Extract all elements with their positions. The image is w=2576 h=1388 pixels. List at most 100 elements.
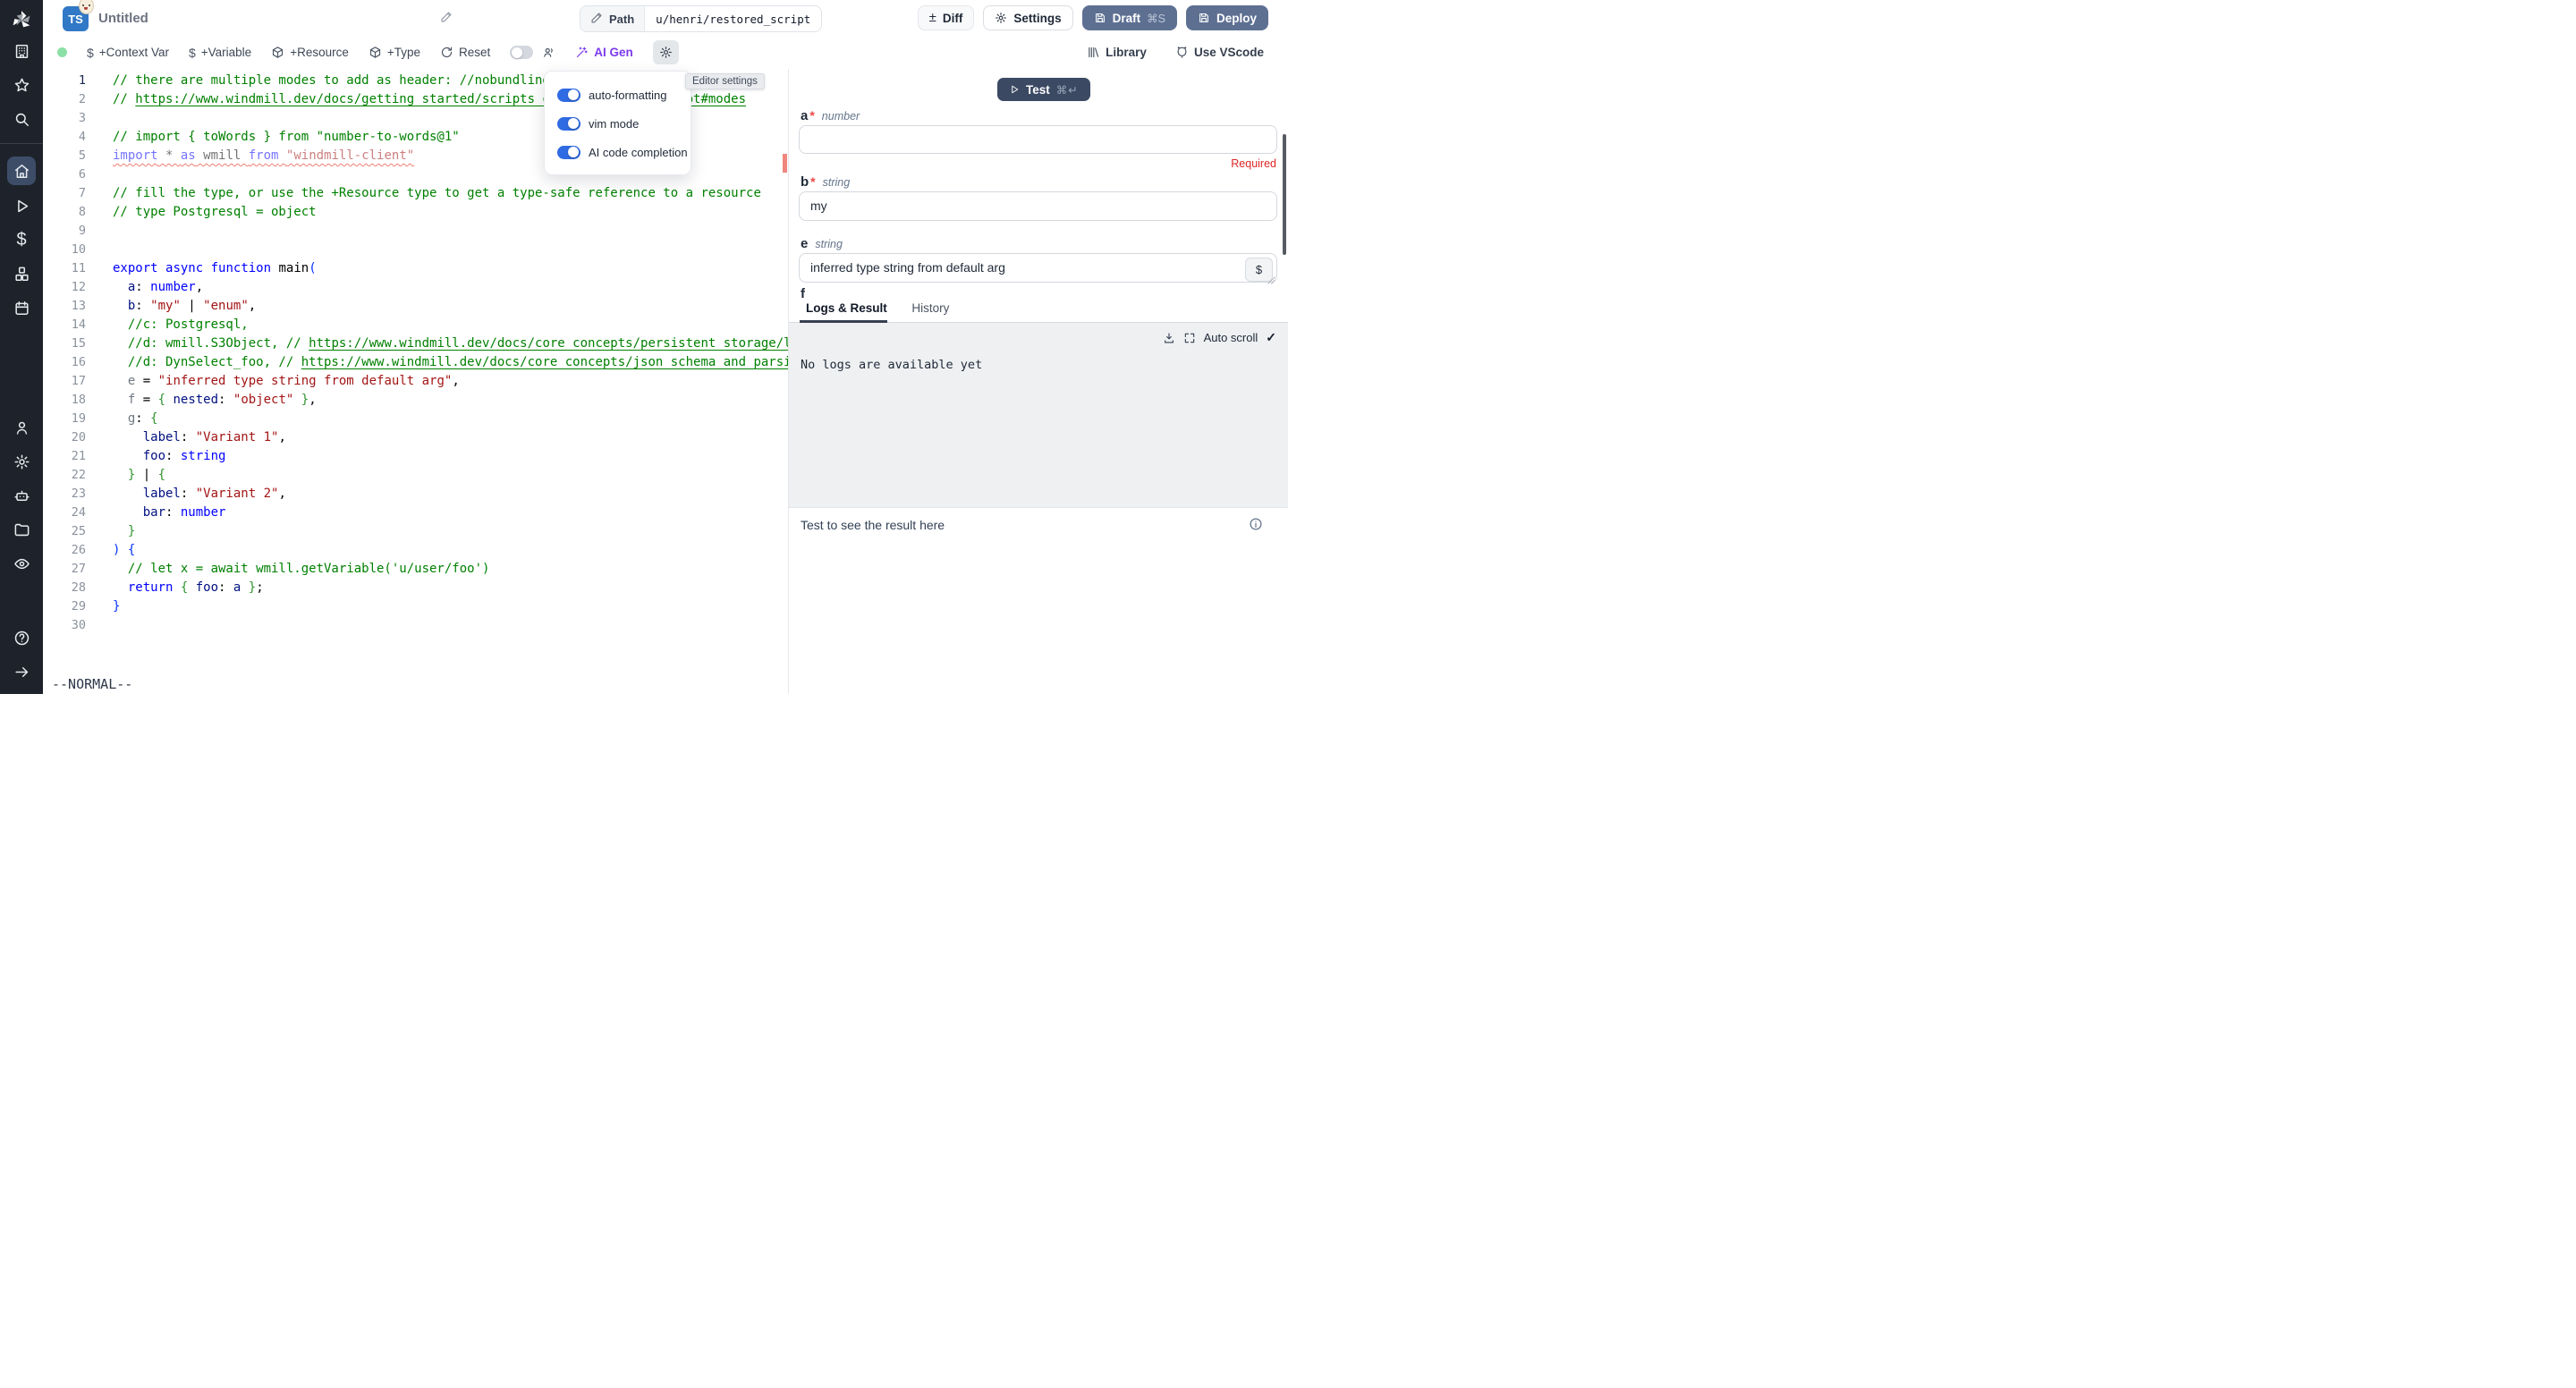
line-number: 1: [43, 72, 86, 90]
test-button[interactable]: Test⌘↵: [997, 78, 1090, 101]
collab-users-icon[interactable]: [542, 46, 555, 59]
line-number: 10: [43, 241, 86, 259]
sidebar-top-group: [0, 34, 43, 136]
sidebar-star-icon[interactable]: [8, 72, 35, 98]
field-input-a[interactable]: [799, 125, 1277, 154]
code-line[interactable]: 14 //c: Postgresql,: [43, 316, 788, 334]
path-chip[interactable]: Path u/henri/restored_script: [580, 5, 822, 32]
autoscroll-checkbox[interactable]: ✓: [1266, 330, 1276, 345]
add-resource-button[interactable]: +Resource: [271, 46, 349, 59]
line-number: 25: [43, 522, 86, 541]
code-line[interactable]: 19 g: {: [43, 410, 788, 428]
sidebar-divider: [0, 143, 43, 144]
line-number: 12: [43, 278, 86, 297]
add-type-button[interactable]: +Type: [369, 46, 420, 59]
line-number: 21: [43, 447, 86, 466]
code-line[interactable]: 20 label: "Variant 1",: [43, 428, 788, 447]
code-line[interactable]: 15 //d: wmill.S3Object, // https://www.w…: [43, 334, 788, 353]
sidebar-eye-icon[interactable]: [8, 550, 35, 577]
AI-code-completion-toggle[interactable]: [557, 146, 580, 159]
script-title[interactable]: Untitled: [98, 11, 148, 26]
sidebar-dollar-icon[interactable]: $: [8, 226, 35, 253]
code-line[interactable]: 24 bar: number: [43, 504, 788, 522]
code-line[interactable]: 12 a: number,: [43, 278, 788, 297]
code-line[interactable]: 26) {: [43, 541, 788, 560]
download-logs-icon[interactable]: [1163, 332, 1175, 344]
collab-toggle[interactable]: [510, 46, 533, 59]
dollar-icon: $: [87, 46, 94, 60]
code-line[interactable]: 21 foo: string: [43, 447, 788, 466]
info-icon[interactable]: [1249, 517, 1263, 531]
code-line[interactable]: 10: [43, 241, 788, 259]
diff-button[interactable]: ±Diff: [918, 5, 975, 30]
edit-title-pencil-icon[interactable]: [440, 11, 453, 26]
line-number: 26: [43, 541, 86, 560]
line-number: 9: [43, 222, 86, 241]
sidebar-gear-icon[interactable]: [8, 448, 35, 475]
field-input-b[interactable]: my: [799, 191, 1277, 221]
expand-logs-icon[interactable]: [1183, 332, 1196, 344]
editor-setting-row: vim mode: [557, 109, 691, 138]
add-variable-button[interactable]: $+Variable: [189, 46, 251, 60]
vim-mode-toggle[interactable]: [557, 117, 580, 131]
line-number: 6: [43, 165, 86, 184]
code-line[interactable]: 18 f = { nested: "object" },: [43, 391, 788, 410]
library-button[interactable]: Library: [1087, 46, 1147, 59]
reset-button[interactable]: Reset: [440, 46, 490, 59]
panel-scrollbar[interactable]: [1283, 134, 1286, 255]
add-context-var-button[interactable]: $+Context Var: [87, 46, 169, 60]
code-line[interactable]: 13 b: "my" | "enum",: [43, 297, 788, 316]
code-line[interactable]: 9: [43, 222, 788, 241]
sidebar-search-icon[interactable]: [8, 106, 35, 132]
deploy-button[interactable]: Deploy: [1186, 5, 1268, 30]
code-line[interactable]: 28 return { foo: a };: [43, 579, 788, 597]
line-number: 7: [43, 184, 86, 203]
settings-button[interactable]: Settings: [983, 5, 1072, 30]
code-line[interactable]: 8// type Postgresql = object: [43, 203, 788, 222]
use-vscode-button[interactable]: Use VScode: [1175, 46, 1264, 59]
sidebar-arrow-right-icon[interactable]: [8, 658, 35, 685]
sidebar-cubes-icon[interactable]: [8, 260, 35, 287]
active-tab-underline: [800, 320, 887, 323]
sidebar-calendar-icon[interactable]: [8, 294, 35, 321]
logs-tabs-bar: Logs & Result History: [789, 298, 1288, 323]
code-line[interactable]: 27 // let x = await wmill.getVariable('u…: [43, 560, 788, 579]
windmill-logo-icon[interactable]: [8, 7, 35, 34]
editor-settings-gear-button[interactable]: [653, 40, 679, 64]
sidebar-play-icon[interactable]: [8, 192, 35, 219]
line-number: 22: [43, 466, 86, 485]
code-line[interactable]: 25 }: [43, 522, 788, 541]
logs-area: Auto scroll ✓ No logs are available yet: [789, 323, 1288, 507]
editor-settings-tooltip: Editor settings: [685, 73, 765, 89]
line-number: 29: [43, 597, 86, 616]
tab-history[interactable]: History: [911, 301, 949, 315]
package-icon: [271, 46, 284, 59]
code-line[interactable]: 7// fill the type, or use the +Resource …: [43, 184, 788, 203]
code-line[interactable]: 17 e = "inferred type string from defaul…: [43, 372, 788, 391]
code-line[interactable]: 23 label: "Variant 2",: [43, 485, 788, 504]
line-number: 15: [43, 334, 86, 353]
sidebar-home-icon[interactable]: [7, 157, 36, 185]
toggle-label: vim mode: [589, 117, 639, 131]
path-label: Path: [609, 13, 634, 26]
code-line[interactable]: 30: [43, 616, 788, 635]
auto-formatting-toggle[interactable]: [557, 89, 580, 102]
logs-controls: Auto scroll ✓: [1163, 330, 1276, 345]
code-line[interactable]: 22 } | {: [43, 466, 788, 485]
line-number: 20: [43, 428, 86, 447]
code-line[interactable]: 29}: [43, 597, 788, 616]
sidebar-folder-icon[interactable]: [8, 516, 35, 543]
windmill-script-editor: $ TS Untitled Path u/henri/restored_scri…: [0, 0, 1288, 694]
resize-grip-icon[interactable]: [1267, 273, 1275, 281]
tab-logs-result[interactable]: Logs & Result: [806, 301, 887, 315]
sidebar-user-icon[interactable]: [8, 414, 35, 441]
code-line[interactable]: 11export async function main(: [43, 259, 788, 278]
sidebar-robot-icon[interactable]: [8, 482, 35, 509]
save-icon: [1198, 12, 1210, 24]
sidebar-building-icon[interactable]: [8, 38, 35, 64]
sidebar-help-icon[interactable]: [8, 624, 35, 651]
code-line[interactable]: 16 //d: DynSelect_foo, // https://www.wi…: [43, 353, 788, 372]
draft-button[interactable]: Draft⌘S: [1082, 5, 1177, 30]
field-input-e[interactable]: inferred type string from default arg$: [799, 253, 1277, 283]
ai-gen-button[interactable]: AI Gen: [575, 46, 633, 59]
